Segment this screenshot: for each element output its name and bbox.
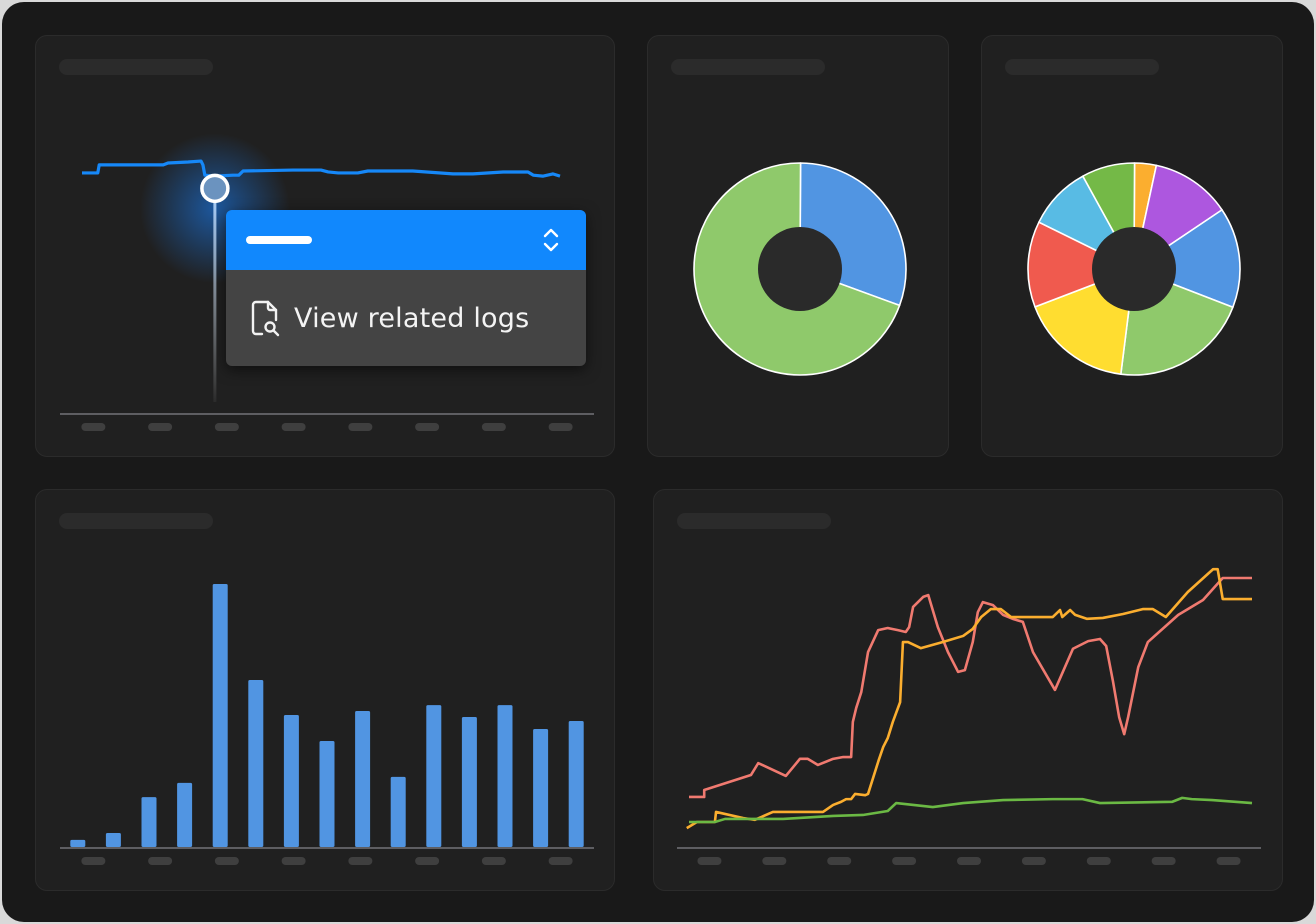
x-tick-label <box>697 857 722 865</box>
bar[interactable] <box>461 717 477 847</box>
x-tick-label <box>81 857 106 865</box>
bar[interactable] <box>141 797 157 847</box>
x-tick-label <box>892 857 917 865</box>
x-tick-label <box>148 423 173 431</box>
x-tick-label <box>214 423 239 431</box>
bar[interactable] <box>390 776 406 847</box>
bar[interactable] <box>248 679 264 847</box>
x-tick-label <box>1216 857 1241 865</box>
multi-line-chart[interactable] <box>654 490 1284 892</box>
x-tick-label <box>81 423 106 431</box>
bar[interactable] <box>177 782 193 847</box>
bar[interactable] <box>355 711 371 847</box>
x-tick-label <box>957 857 981 865</box>
series-line-red[interactable] <box>689 576 1252 799</box>
donut-chart-multi[interactable] <box>982 36 1284 458</box>
chevron-up-down-icon[interactable] <box>542 226 560 254</box>
bar[interactable] <box>319 740 335 847</box>
x-tick-label <box>481 857 506 865</box>
popover-header <box>226 210 586 270</box>
donut-hole <box>1092 227 1176 311</box>
x-tick-label <box>1151 857 1176 865</box>
x-tick-label <box>415 423 440 431</box>
x-tick-label <box>548 423 573 431</box>
data-point-popover: View related logs <box>226 210 586 366</box>
donut-chart-card <box>647 35 949 457</box>
view-related-logs-label: View related logs <box>294 302 530 334</box>
donut-chart[interactable] <box>648 36 950 458</box>
bar[interactable] <box>533 729 549 847</box>
hover-point-marker[interactable] <box>200 173 230 204</box>
file-search-icon <box>250 300 282 337</box>
bar[interactable] <box>105 833 121 847</box>
x-tick-label <box>348 857 373 865</box>
x-tick-label <box>415 857 440 865</box>
x-tick-label <box>548 857 573 865</box>
x-tick-label <box>348 423 373 431</box>
bar[interactable] <box>497 705 513 847</box>
popover-title-placeholder <box>246 236 312 244</box>
x-tick-label <box>1021 857 1046 865</box>
bar[interactable] <box>568 721 584 847</box>
view-related-logs-menu-item[interactable]: View related logs <box>226 270 586 366</box>
x-tick-label <box>281 423 306 431</box>
hover-crosshair-line <box>213 188 217 402</box>
series-line-green[interactable] <box>689 796 1253 824</box>
bar[interactable] <box>70 839 86 847</box>
bar[interactable] <box>283 715 299 847</box>
series-line-orange[interactable] <box>686 567 1252 830</box>
x-tick-label <box>148 857 173 865</box>
dashboard-frame: View related logs <box>2 2 1314 922</box>
x-tick-label <box>827 857 852 865</box>
bar[interactable] <box>212 583 228 847</box>
x-tick-label <box>281 857 306 865</box>
donut-hole <box>758 227 842 311</box>
x-tick-label <box>1086 857 1111 865</box>
x-tick-label <box>481 423 506 431</box>
donut-chart-card-multi <box>981 35 1283 457</box>
multi-line-chart-card <box>653 489 1283 891</box>
bar-chart[interactable] <box>36 490 616 892</box>
x-tick-label <box>762 857 787 865</box>
bar-chart-card <box>35 489 615 891</box>
bar[interactable] <box>426 705 442 847</box>
x-tick-label <box>214 857 239 865</box>
